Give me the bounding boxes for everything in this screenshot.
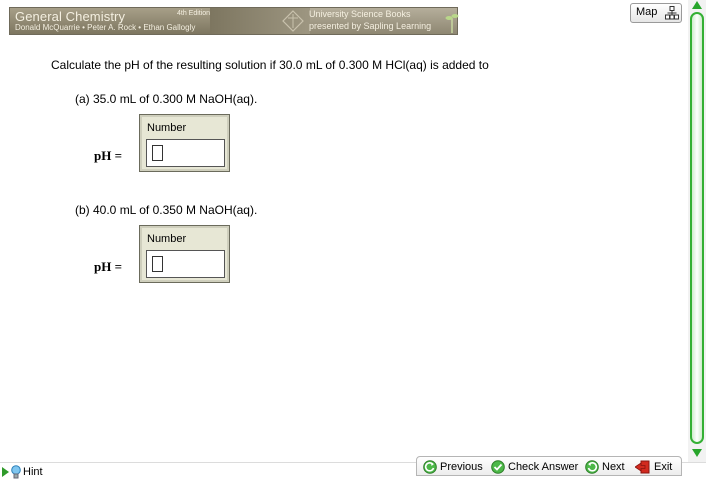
scroll-down-arrow-icon[interactable] — [692, 449, 702, 457]
input-cursor-box-b — [152, 256, 163, 272]
ph-label-a: pH = — [94, 148, 122, 163]
ph-input-b[interactable] — [146, 250, 225, 278]
header-banner: General Chemistry 4th Edition Donald McQ… — [9, 7, 459, 35]
exit-door-icon — [635, 460, 650, 474]
hint-label: Hint — [23, 466, 43, 478]
publisher-name: University Science Books — [309, 9, 411, 19]
sprout-icon — [445, 14, 459, 33]
lightbulb-icon — [11, 465, 21, 479]
previous-label: Previous — [440, 461, 483, 473]
hint-button[interactable]: Hint — [2, 465, 43, 479]
scroll-thumb[interactable] — [690, 12, 704, 444]
map-button-label: Map — [636, 6, 658, 18]
next-label: Next — [602, 461, 625, 473]
answer-box-b: Number — [139, 225, 230, 283]
publisher-logo-icon — [282, 10, 304, 32]
answer-box-header-a: Number — [147, 122, 187, 134]
presented-by: presented by Sapling Learning — [309, 21, 432, 31]
check-answer-label: Check Answer — [508, 461, 579, 473]
exit-label: Exit — [654, 461, 673, 473]
ph-label-b: pH = — [94, 259, 122, 274]
next-button[interactable]: Next — [585, 460, 625, 474]
sitemap-icon — [665, 6, 679, 20]
input-cursor-box-a — [152, 145, 163, 161]
ph-input-a[interactable] — [146, 139, 225, 167]
expand-arrow-icon — [2, 467, 9, 477]
next-arrow-icon — [585, 460, 599, 474]
previous-button[interactable]: Previous — [423, 460, 483, 474]
part-b-label: (b) 40.0 mL of 0.350 M NaOH(aq). — [75, 203, 258, 217]
answer-box-header-b: Number — [147, 233, 187, 245]
exit-button[interactable]: Exit — [635, 460, 672, 474]
vertical-scrollbar[interactable] — [688, 0, 706, 462]
scroll-up-arrow-icon[interactable] — [692, 1, 702, 9]
checkmark-icon — [491, 460, 505, 474]
check-answer-button[interactable]: Check Answer — [491, 460, 578, 474]
previous-arrow-icon — [423, 460, 437, 474]
map-button[interactable]: Map — [630, 3, 682, 23]
edition-label: 4th Edition — [177, 10, 211, 17]
part-a-label: (a) 35.0 mL of 0.300 M NaOH(aq). — [75, 92, 258, 106]
question-prompt: Calculate the pH of the resulting soluti… — [51, 58, 489, 72]
authors-line: Donald McQuarrie • Peter A. Rock • Ethan… — [15, 23, 196, 32]
book-title: General Chemistry — [15, 9, 126, 24]
answer-box-a: Number — [139, 114, 230, 172]
